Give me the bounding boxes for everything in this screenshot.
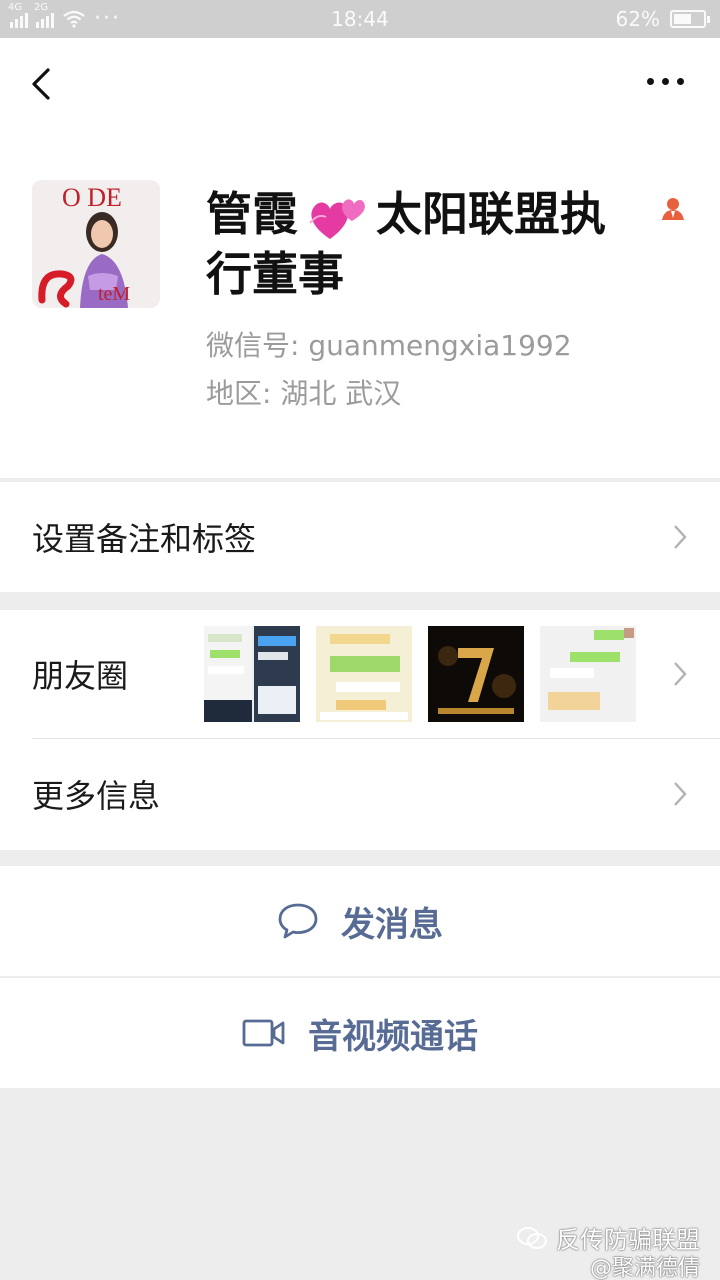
avatar-image: O DE teM [32,180,160,308]
wechat-logo-icon [517,1226,547,1249]
send-message-button[interactable]: 发消息 [0,866,720,976]
set-remark-label: 设置备注和标签 [32,520,257,558]
moments-thumbnail-1[interactable] [204,626,300,722]
status-bar: 4G 2G ··· 18:44 62% [0,0,720,38]
nav-bar [0,38,720,132]
battery-percent: 62% [615,7,660,31]
wechat-id: 微信号: guanmengxia1992 [206,329,572,362]
avatar-logo-top: O DE [62,183,122,212]
notification-dots: ··· [94,6,121,31]
name-part-3: 行董事 [206,247,344,301]
back-arrow-icon[interactable] [24,64,64,104]
contact-name: 管霞 太阳联盟执 行董事 [206,184,686,304]
network-type-1: 4G [8,2,23,13]
signal-icon: 4G [8,2,28,28]
chevron-right-icon [674,662,687,686]
set-remark-row[interactable]: 设置备注和标签 [0,482,720,592]
moments-thumbnail-2[interactable] [316,626,412,722]
watermark-line2: @聚满德倩 [589,1256,700,1280]
battery-fill [674,14,692,24]
moments-label: 朋友圈 [32,657,129,695]
name-part-2: 太阳联盟执 [376,187,606,241]
send-message-label: 发消息 [341,904,443,945]
video-call-label: 音视频通话 [308,1016,478,1057]
chevron-right-icon [674,782,687,806]
signal-icon-2: 2G [34,2,54,28]
wifi-icon [63,10,85,28]
chevron-right-icon [674,525,687,549]
row-divider [32,738,720,739]
moments-thumbnail-3[interactable] [428,626,524,722]
more-options-icon[interactable] [647,78,684,85]
chat-bubble-icon [278,903,318,939]
person-badge-icon [662,198,684,220]
avatar[interactable]: O DE teM [32,180,160,308]
status-right: 62% [615,7,710,31]
more-info-row[interactable]: 更多信息 [0,738,720,850]
moments-row[interactable]: 朋友圈 [0,610,720,738]
battery-icon [670,10,710,28]
status-left: 4G 2G ··· [8,2,121,31]
region: 地区: 湖北 武汉 [206,377,402,410]
profile-header: O DE teM 管霞 太阳联盟执 行董事 微信号: guanmengxia19… [0,132,720,478]
video-call-button[interactable]: 音视频通话 [0,978,720,1088]
two-hearts-icon [309,198,365,239]
watermark: 反传防骗联盟 @聚满德倩 [516,1220,700,1280]
network-type-2: 2G [34,2,49,13]
moments-thumbnails [204,626,636,722]
video-camera-icon [242,1019,285,1047]
moments-thumbnail-4[interactable] [540,626,636,722]
name-part-1: 管霞 [206,187,298,241]
more-info-label: 更多信息 [32,777,161,815]
avatar-logo-bottom: teM [98,283,130,305]
